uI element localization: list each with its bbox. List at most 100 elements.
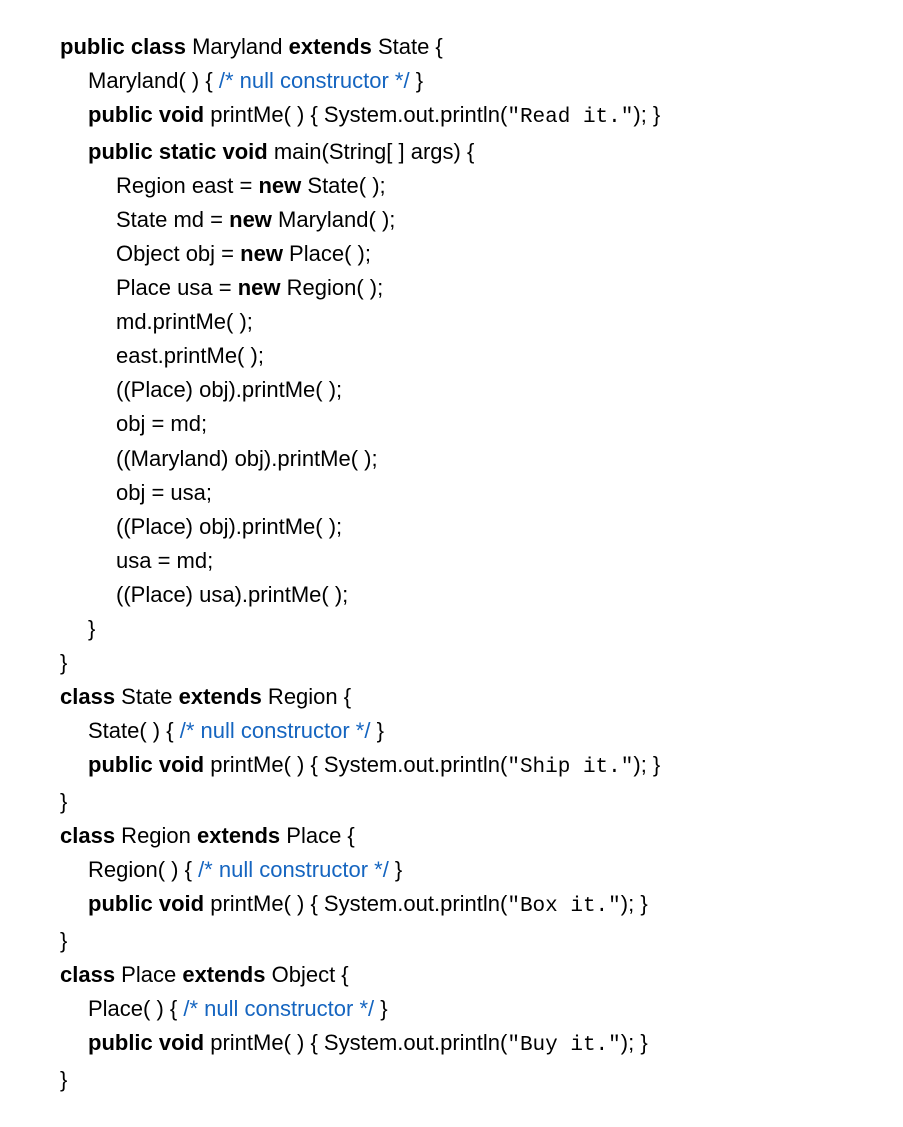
text: Place( ); (283, 241, 371, 266)
keyword: public class (60, 34, 186, 59)
text: Maryland( ) { (88, 68, 219, 93)
keyword: public void (88, 102, 204, 127)
keyword: extends (179, 684, 262, 709)
keyword: public void (88, 752, 204, 777)
text: ((Place) usa).printMe( ); (116, 582, 348, 607)
comment: /* null constructor */ (219, 68, 410, 93)
code-line: } (60, 924, 843, 958)
text: Region( ) { (88, 857, 198, 882)
code-line: } (60, 1063, 843, 1097)
code-line: ((Place) obj).printMe( ); (60, 373, 843, 407)
text: printMe( ) { System.out.println( (204, 1030, 507, 1055)
keyword: public void (88, 891, 204, 916)
code-line: State( ) { /* null constructor */ } (60, 714, 843, 748)
code-line: public void printMe( ) { System.out.prin… (60, 887, 843, 924)
code-line: public static void main(String[ ] args) … (60, 135, 843, 169)
text: State( ); (301, 173, 385, 198)
code-line: ((Place) obj).printMe( ); (60, 510, 843, 544)
text: ((Maryland) obj).printMe( ); (116, 446, 378, 471)
keyword: public static void (88, 139, 268, 164)
code-line: public class Maryland extends State { (60, 30, 843, 64)
keyword: class (60, 823, 115, 848)
text: State( ) { (88, 718, 180, 743)
text: } (60, 1067, 67, 1092)
text: } (370, 718, 383, 743)
text: ); } (633, 102, 660, 127)
code-line: class State extends Region { (60, 680, 843, 714)
code-line: ((Place) usa).printMe( ); (60, 578, 843, 612)
keyword: new (229, 207, 272, 232)
string-literal: "Buy it." (507, 1034, 620, 1057)
text: Object obj = (116, 241, 240, 266)
text: ); } (621, 891, 648, 916)
text: } (389, 857, 402, 882)
code-line: md.printMe( ); (60, 305, 843, 339)
text: } (60, 789, 67, 814)
keyword: new (258, 173, 301, 198)
code-line: } (60, 785, 843, 819)
code-line: Region east = new State( ); (60, 169, 843, 203)
text: ); } (621, 1030, 648, 1055)
text: main(String[ ] args) { (268, 139, 475, 164)
text: Place { (280, 823, 355, 848)
code-line: class Place extends Object { (60, 958, 843, 992)
comment: /* null constructor */ (180, 718, 371, 743)
text: md.printMe( ); (116, 309, 253, 334)
text: obj = usa; (116, 480, 212, 505)
code-line: State md = new Maryland( ); (60, 203, 843, 237)
code-line: public void printMe( ) { System.out.prin… (60, 748, 843, 785)
keyword: public void (88, 1030, 204, 1055)
text: State (115, 684, 179, 709)
text: Region( ); (280, 275, 383, 300)
code-line: public void printMe( ) { System.out.prin… (60, 98, 843, 135)
text: printMe( ) { System.out.println( (204, 891, 507, 916)
text: printMe( ) { System.out.println( (204, 102, 507, 127)
code-line: Object obj = new Place( ); (60, 237, 843, 271)
text: } (60, 928, 67, 953)
text: ((Place) obj).printMe( ); (116, 377, 342, 402)
text: ((Place) obj).printMe( ); (116, 514, 342, 539)
text: Maryland (186, 34, 289, 59)
text: Region (115, 823, 197, 848)
text: east.printMe( ); (116, 343, 264, 368)
code-line: } (60, 612, 843, 646)
code-line: obj = usa; (60, 476, 843, 510)
text: printMe( ) { System.out.println( (204, 752, 507, 777)
keyword: extends (289, 34, 372, 59)
code-line: class Region extends Place { (60, 819, 843, 853)
keyword: class (60, 684, 115, 709)
text: } (410, 68, 423, 93)
text: State md = (116, 207, 229, 232)
text: } (88, 616, 95, 641)
text: obj = md; (116, 411, 207, 436)
code-line: Place usa = new Region( ); (60, 271, 843, 305)
comment: /* null constructor */ (198, 857, 389, 882)
text: Object { (265, 962, 348, 987)
text: usa = md; (116, 548, 213, 573)
text: State { (372, 34, 443, 59)
code-line: Maryland( ) { /* null constructor */ } (60, 64, 843, 98)
text: } (60, 650, 67, 675)
code-block: public class Maryland extends State { Ma… (60, 30, 843, 1097)
code-line: obj = md; (60, 407, 843, 441)
keyword: new (240, 241, 283, 266)
keyword: class (60, 962, 115, 987)
code-line: ((Maryland) obj).printMe( ); (60, 442, 843, 476)
string-literal: "Read it." (507, 106, 633, 129)
text: ); } (633, 752, 660, 777)
code-line: public void printMe( ) { System.out.prin… (60, 1026, 843, 1063)
string-literal: "Box it." (507, 895, 620, 918)
comment: /* null constructor */ (183, 996, 374, 1021)
text: } (374, 996, 387, 1021)
text: Maryland( ); (272, 207, 395, 232)
string-literal: "Ship it." (507, 756, 633, 779)
code-line: Region( ) { /* null constructor */ } (60, 853, 843, 887)
text: Place usa = (116, 275, 238, 300)
code-line: east.printMe( ); (60, 339, 843, 373)
code-line: } (60, 646, 843, 680)
keyword: new (238, 275, 281, 300)
code-line: usa = md; (60, 544, 843, 578)
keyword: extends (197, 823, 280, 848)
text: Region east = (116, 173, 258, 198)
text: Region { (262, 684, 351, 709)
